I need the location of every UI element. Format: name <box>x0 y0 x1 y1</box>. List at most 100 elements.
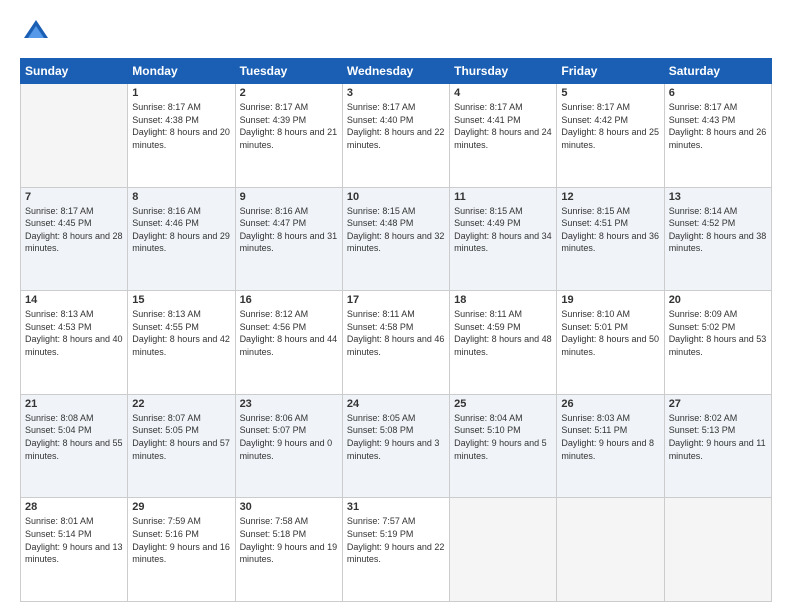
day-number: 20 <box>669 294 767 306</box>
day-info: Sunrise: 8:13 AMSunset: 4:53 PMDaylight:… <box>25 308 123 358</box>
calendar-header-row: SundayMondayTuesdayWednesdayThursdayFrid… <box>21 59 772 84</box>
calendar-day-cell: 2Sunrise: 8:17 AMSunset: 4:39 PMDaylight… <box>235 84 342 188</box>
calendar-day-cell <box>21 84 128 188</box>
day-info: Sunrise: 8:17 AMSunset: 4:41 PMDaylight:… <box>454 101 552 151</box>
calendar-week-row: 14 Sunrise: 8:13 AMSunset: 4:53 PMDayligh… <box>21 291 772 395</box>
day-number: 19 <box>561 294 659 306</box>
calendar-day-cell: 7 Sunrise: 8:17 AMSunset: 4:45 PMDaylight… <box>21 187 128 291</box>
day-info: Sunrise: 8:11 AMSunset: 4:59 PMDaylight:… <box>454 308 552 358</box>
day-number: 1 <box>132 87 230 99</box>
weekday-header: Monday <box>128 59 235 84</box>
day-info: Sunrise: 8:17 AMSunset: 4:38 PMDaylight:… <box>132 101 230 151</box>
day-number: 15 <box>132 294 230 306</box>
weekday-header: Wednesday <box>342 59 449 84</box>
day-number: 14 <box>25 294 123 306</box>
day-info: Sunrise: 8:06 AMSunset: 5:07 PMDaylight:… <box>240 412 338 462</box>
day-number: 24 <box>347 398 445 410</box>
calendar-day-cell: 24 Sunrise: 8:05 AMSunset: 5:08 PMDayligh… <box>342 394 449 498</box>
day-info: Sunrise: 8:17 AMSunset: 4:42 PMDaylight:… <box>561 101 659 151</box>
calendar-table: SundayMondayTuesdayWednesdayThursdayFrid… <box>20 58 772 602</box>
calendar-day-cell: 25 Sunrise: 8:04 AMSunset: 5:10 PMDayligh… <box>450 394 557 498</box>
day-number: 18 <box>454 294 552 306</box>
day-info: Sunrise: 8:12 AMSunset: 4:56 PMDaylight:… <box>240 308 338 358</box>
day-number: 30 <box>240 501 338 513</box>
calendar-day-cell: 23 Sunrise: 8:06 AMSunset: 5:07 PMDayligh… <box>235 394 342 498</box>
calendar-day-cell: 4Sunrise: 8:17 AMSunset: 4:41 PMDaylight… <box>450 84 557 188</box>
calendar-day-cell: 14 Sunrise: 8:13 AMSunset: 4:53 PMDayligh… <box>21 291 128 395</box>
day-info: Sunrise: 8:02 AMSunset: 5:13 PMDaylight:… <box>669 412 767 462</box>
calendar-day-cell: 3 Sunrise: 8:17 AMSunset: 4:40 PMDaylight… <box>342 84 449 188</box>
day-number: 25 <box>454 398 552 410</box>
calendar-day-cell: 6 Sunrise: 8:17 AMSunset: 4:43 PMDaylight… <box>664 84 771 188</box>
day-info: Sunrise: 8:08 AMSunset: 5:04 PMDaylight:… <box>25 412 123 462</box>
weekday-header: Friday <box>557 59 664 84</box>
day-number: 6 <box>669 87 767 99</box>
calendar-day-cell: 9 Sunrise: 8:16 AMSunset: 4:47 PMDaylight… <box>235 187 342 291</box>
calendar-day-cell: 19Sunrise: 8:10 AMSunset: 5:01 PMDayligh… <box>557 291 664 395</box>
day-info: Sunrise: 8:11 AMSunset: 4:58 PMDaylight:… <box>347 308 445 358</box>
day-info: Sunrise: 8:09 AMSunset: 5:02 PMDaylight:… <box>669 308 767 358</box>
day-number: 29 <box>132 501 230 513</box>
day-info: Sunrise: 7:58 AMSunset: 5:18 PMDaylight:… <box>240 515 338 565</box>
day-info: Sunrise: 8:15 AMSunset: 4:49 PMDaylight:… <box>454 205 552 255</box>
calendar-day-cell: 30 Sunrise: 7:58 AMSunset: 5:18 PMDayligh… <box>235 498 342 602</box>
logo-icon <box>20 16 52 48</box>
calendar-day-cell: 8Sunrise: 8:16 AMSunset: 4:46 PMDaylight… <box>128 187 235 291</box>
calendar-day-cell: 26 Sunrise: 8:03 AMSunset: 5:11 PMDayligh… <box>557 394 664 498</box>
calendar-day-cell: 20 Sunrise: 8:09 AMSunset: 5:02 PMDayligh… <box>664 291 771 395</box>
header <box>20 16 772 48</box>
day-number: 16 <box>240 294 338 306</box>
calendar-day-cell: 28 Sunrise: 8:01 AMSunset: 5:14 PMDayligh… <box>21 498 128 602</box>
day-number: 7 <box>25 191 123 203</box>
calendar-week-row: 21 Sunrise: 8:08 AMSunset: 5:04 PMDayligh… <box>21 394 772 498</box>
calendar-day-cell <box>450 498 557 602</box>
calendar-day-cell: 22 Sunrise: 8:07 AMSunset: 5:05 PMDayligh… <box>128 394 235 498</box>
weekday-header: Tuesday <box>235 59 342 84</box>
day-number: 13 <box>669 191 767 203</box>
weekday-header: Saturday <box>664 59 771 84</box>
day-number: 3 <box>347 87 445 99</box>
calendar-week-row: 7 Sunrise: 8:17 AMSunset: 4:45 PMDaylight… <box>21 187 772 291</box>
day-number: 22 <box>132 398 230 410</box>
day-info: Sunrise: 8:13 AMSunset: 4:55 PMDaylight:… <box>132 308 230 358</box>
day-info: Sunrise: 8:16 AMSunset: 4:47 PMDaylight:… <box>240 205 338 255</box>
day-number: 23 <box>240 398 338 410</box>
calendar-day-cell <box>664 498 771 602</box>
day-info: Sunrise: 8:04 AMSunset: 5:10 PMDaylight:… <box>454 412 552 462</box>
calendar-week-row: 1 Sunrise: 8:17 AMSunset: 4:38 PMDaylight… <box>21 84 772 188</box>
day-info: Sunrise: 8:17 AMSunset: 4:39 PMDaylight:… <box>240 101 338 151</box>
calendar-day-cell: 15 Sunrise: 8:13 AMSunset: 4:55 PMDayligh… <box>128 291 235 395</box>
day-info: Sunrise: 8:14 AMSunset: 4:52 PMDaylight:… <box>669 205 767 255</box>
day-info: Sunrise: 8:07 AMSunset: 5:05 PMDaylight:… <box>132 412 230 462</box>
day-info: Sunrise: 8:17 AMSunset: 4:40 PMDaylight:… <box>347 101 445 151</box>
calendar-day-cell: 27 Sunrise: 8:02 AMSunset: 5:13 PMDayligh… <box>664 394 771 498</box>
day-number: 11 <box>454 191 552 203</box>
calendar-day-cell: 29 Sunrise: 7:59 AMSunset: 5:16 PMDayligh… <box>128 498 235 602</box>
calendar-week-row: 28 Sunrise: 8:01 AMSunset: 5:14 PMDayligh… <box>21 498 772 602</box>
day-info: Sunrise: 8:17 AMSunset: 4:43 PMDaylight:… <box>669 101 767 151</box>
day-info: Sunrise: 8:17 AMSunset: 4:45 PMDaylight:… <box>25 205 123 255</box>
calendar-day-cell: 5Sunrise: 8:17 AMSunset: 4:42 PMDaylight… <box>557 84 664 188</box>
day-number: 9 <box>240 191 338 203</box>
day-info: Sunrise: 7:57 AMSunset: 5:19 PMDaylight:… <box>347 515 445 565</box>
calendar-day-cell: 21 Sunrise: 8:08 AMSunset: 5:04 PMDayligh… <box>21 394 128 498</box>
logo <box>20 16 56 48</box>
day-number: 28 <box>25 501 123 513</box>
day-info: Sunrise: 7:59 AMSunset: 5:16 PMDaylight:… <box>132 515 230 565</box>
day-number: 21 <box>25 398 123 410</box>
weekday-header: Thursday <box>450 59 557 84</box>
weekday-header: Sunday <box>21 59 128 84</box>
day-info: Sunrise: 8:15 AMSunset: 4:51 PMDaylight:… <box>561 205 659 255</box>
day-info: Sunrise: 8:05 AMSunset: 5:08 PMDaylight:… <box>347 412 445 462</box>
day-number: 17 <box>347 294 445 306</box>
day-info: Sunrise: 8:03 AMSunset: 5:11 PMDaylight:… <box>561 412 659 462</box>
day-number: 27 <box>669 398 767 410</box>
calendar-day-cell: 31 Sunrise: 7:57 AMSunset: 5:19 PMDayligh… <box>342 498 449 602</box>
day-number: 10 <box>347 191 445 203</box>
day-number: 26 <box>561 398 659 410</box>
day-info: Sunrise: 8:01 AMSunset: 5:14 PMDaylight:… <box>25 515 123 565</box>
calendar-day-cell: 17 Sunrise: 8:11 AMSunset: 4:58 PMDayligh… <box>342 291 449 395</box>
calendar-day-cell: 11 Sunrise: 8:15 AMSunset: 4:49 PMDayligh… <box>450 187 557 291</box>
calendar-day-cell: 10Sunrise: 8:15 AMSunset: 4:48 PMDayligh… <box>342 187 449 291</box>
day-number: 31 <box>347 501 445 513</box>
